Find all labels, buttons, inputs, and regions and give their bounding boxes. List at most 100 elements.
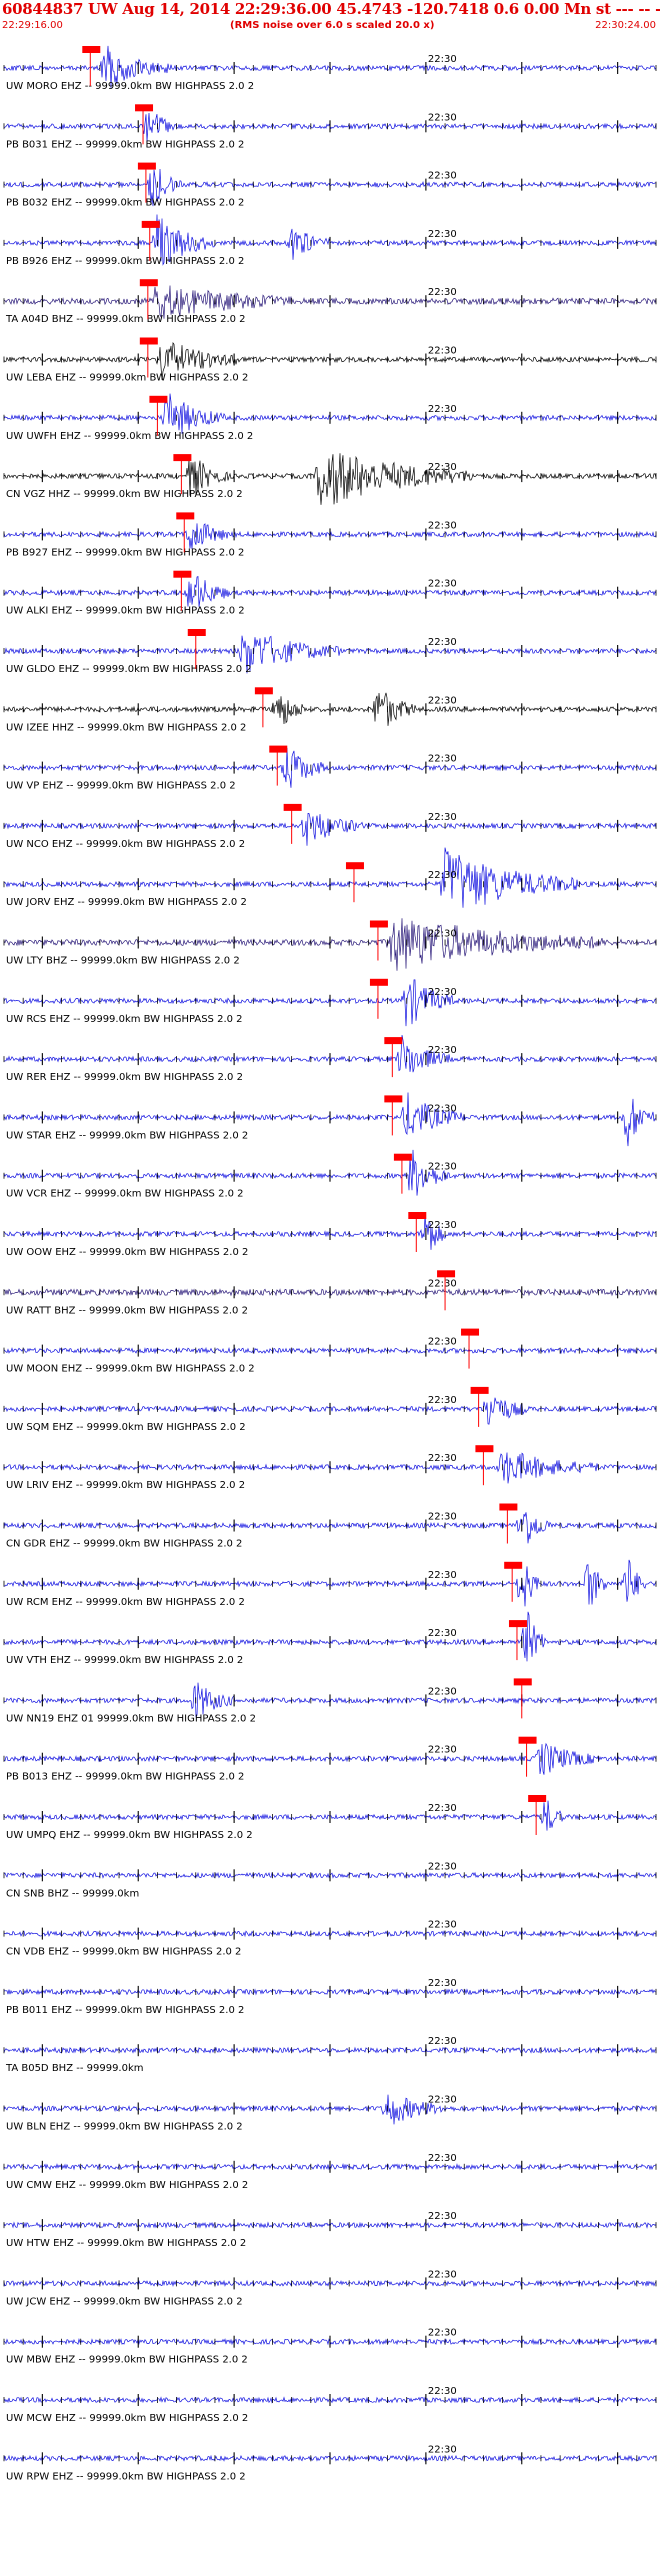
tick-label: 22:30 xyxy=(428,2153,457,2164)
station-label: TA B05D BHZ -- 99999.0km xyxy=(5,2063,144,2074)
trace-row: 22:30 UW VP EHZ -- 99999.0km BW HIGHPASS … xyxy=(3,745,657,792)
trace-row: 22:30 CN VDB EHZ -- 99999.0km BW HIGHPASS… xyxy=(3,1920,657,1958)
end-time: 22:30:24.00 xyxy=(595,20,656,31)
trace-row: 22:30 UW RPW EHZ -- 99999.0km BW HIGHPASS… xyxy=(3,2444,657,2482)
tick-label: 22:30 xyxy=(428,2036,457,2047)
station-label: UW SQM EHZ -- 99999.0km BW HIGHPASS 2.0 … xyxy=(6,1422,246,1433)
tick-label: 22:30 xyxy=(428,870,457,881)
station-label: PB B011 EHZ -- 99999.0km BW HIGHPASS 2.0… xyxy=(6,2005,244,2016)
trace-row: 22:30 CN GDR EHZ -- 99999.0km BW HIGHPASS… xyxy=(3,1503,657,1550)
tick-label: 22:30 xyxy=(428,1278,457,1289)
pick-flag xyxy=(139,279,158,287)
tick-label: 22:30 xyxy=(428,462,457,473)
event-title: 60844837 UW Aug 14, 2014 22:29:36.00 45.… xyxy=(2,0,660,18)
station-label: TA A04D BHZ -- 99999.0km BW HIGHPASS 2.0… xyxy=(5,314,246,325)
tick-label: 22:30 xyxy=(428,54,457,65)
pick-flag xyxy=(141,220,160,228)
station-label: UW OOW EHZ -- 99999.0km BW HIGHPASS 2.0 … xyxy=(6,1247,248,1258)
trace-row: 22:30 UW NN19 EHZ 01 99999.0km BW HIGHPAS… xyxy=(3,1678,657,1724)
pick-flag xyxy=(470,1386,489,1394)
pick-flag xyxy=(187,629,206,636)
tick-label: 22:30 xyxy=(428,1045,457,1056)
station-label: UW ALKI EHZ -- 99999.0km BW HIGHPASS 2.0… xyxy=(6,606,245,617)
seismogram-panel: 22:30 UW MORO EHZ -- 99999.0km BW HIGHPAS… xyxy=(3,45,657,2482)
tick-label: 22:30 xyxy=(428,1803,457,1814)
station-label: UW MOON EHZ -- 99999.0km BW HIGHPASS 2.0… xyxy=(6,1364,255,1375)
station-label: UW LRIV EHZ -- 99999.0km BW HIGHPASS 2.0… xyxy=(6,1480,245,1491)
tick-label: 22:30 xyxy=(428,229,457,240)
trace-row: 22:30 UW HTW EHZ -- 99999.0km BW HIGHPASS… xyxy=(3,2211,657,2249)
station-label: UW MCW EHZ -- 99999.0km BW HIGHPASS 2.0 … xyxy=(6,2413,248,2424)
pick-flag xyxy=(82,46,101,53)
trace-row: 22:30 PB B032 EHZ -- 99999.0km BW HIGHPAS… xyxy=(3,162,657,209)
pick-flag xyxy=(176,512,195,520)
start-time: 22:29:16.00 xyxy=(2,20,63,31)
station-label: UW NCO EHZ -- 99999.0km BW HIGHPASS 2.0 … xyxy=(6,839,245,850)
station-label: PB B927 EHZ -- 99999.0km BW HIGHPASS 2.0… xyxy=(6,547,244,558)
station-label: UW JCW EHZ -- 99999.0km BW HIGHPASS 2.0 … xyxy=(6,2296,243,2307)
station-label: CN VGZ HHZ -- 99999.0km BW HIGHPASS 2.0 … xyxy=(6,489,243,500)
trace-row: 22:30 UW MORO EHZ -- 99999.0km BW HIGHPAS… xyxy=(3,45,657,92)
station-label: PB B926 EHZ -- 99999.0km BW HIGHPASS 2.0… xyxy=(6,256,244,267)
trace-row: 22:30 UW OOW EHZ -- 99999.0km BW HIGHPASS… xyxy=(3,1212,657,1258)
trace-row: 22:30 UW MOON EHZ -- 99999.0km BW HIGHPAS… xyxy=(3,1328,657,1375)
station-label: UW VCR EHZ -- 99999.0km BW HIGHPASS 2.0 … xyxy=(6,1189,244,1200)
trace-row: 22:30 PB B031 EHZ -- 99999.0km BW HIGHPAS… xyxy=(3,104,657,150)
tick-label: 22:30 xyxy=(428,287,457,298)
trace-row: 22:30 UW GLDO EHZ -- 99999.0km BW HIGHPAS… xyxy=(3,629,657,675)
trace-row: 22:30 UW BLN EHZ -- 99999.0km BW HIGHPASS… xyxy=(3,2095,657,2133)
station-label: UW JORV EHZ -- 99999.0km BW HIGHPASS 2.0… xyxy=(6,897,247,908)
station-label: UW STAR EHZ -- 99999.0km BW HIGHPASS 2.0… xyxy=(6,1130,248,1141)
tick-label: 22:30 xyxy=(428,1162,457,1173)
pick-flag xyxy=(437,1270,456,1278)
tick-label: 22:30 xyxy=(428,812,457,823)
pick-flag xyxy=(528,1795,547,1802)
pick-flag xyxy=(518,1736,537,1744)
tick-label: 22:30 xyxy=(428,987,457,998)
pick-flag xyxy=(149,395,168,403)
pick-flag xyxy=(408,1212,427,1219)
station-label: UW LEBA EHZ -- 99999.0km BW HIGHPASS 2.0… xyxy=(6,373,248,384)
tick-label: 22:30 xyxy=(428,346,457,357)
tick-label: 22:30 xyxy=(428,1220,457,1231)
tick-label: 22:30 xyxy=(428,637,457,648)
trace-row: 22:30 UW SQM EHZ -- 99999.0km BW HIGHPASS… xyxy=(3,1386,657,1433)
station-label: UW VTH EHZ -- 99999.0km BW HIGHPASS 2.0 … xyxy=(6,1655,243,1666)
station-label: CN GDR EHZ -- 99999.0km BW HIGHPASS 2.0 … xyxy=(6,1539,242,1550)
pick-flag xyxy=(384,1037,403,1045)
pick-flag xyxy=(508,1620,527,1628)
trace-row: 22:30 UW STAR EHZ -- 99999.0km BW HIGHPAS… xyxy=(3,1092,657,1147)
pick-flag xyxy=(393,1153,412,1161)
trace-row: 22:30 UW UMPQ EHZ -- 99999.0km BW HIGHPAS… xyxy=(3,1795,657,1841)
trace-row: 22:30 UW VTH EHZ -- 99999.0km BW HIGHPASS… xyxy=(3,1611,657,1666)
tick-label: 22:30 xyxy=(428,1453,457,1464)
trace-row: 22:30 PB B926 EHZ -- 99999.0km BW HIGHPAS… xyxy=(3,214,657,267)
tick-label: 22:30 xyxy=(428,2444,457,2455)
pick-flag xyxy=(504,1561,523,1569)
tick-label: 22:30 xyxy=(428,112,457,123)
pick-flag xyxy=(135,104,154,112)
pick-flag xyxy=(369,920,388,928)
pick-flag xyxy=(173,570,192,578)
station-label: UW RATT BHZ -- 99999.0km BW HIGHPASS 2.0… xyxy=(6,1305,248,1316)
pick-flag xyxy=(369,978,388,986)
scaling-note: (RMS noise over 6.0 s scaled 20.0 x) xyxy=(230,20,435,31)
trace-row: 22:30 UW NCO EHZ -- 99999.0km BW HIGHPASS… xyxy=(3,803,657,850)
tick-label: 22:30 xyxy=(428,520,457,531)
trace-row: 22:30 UW RER EHZ -- 99999.0km BW HIGHPASS… xyxy=(3,1035,657,1083)
station-label: UW MBW EHZ -- 99999.0km BW HIGHPASS 2.0 … xyxy=(6,2355,248,2366)
trace-row: 22:30 UW JORV EHZ -- 99999.0km BW HIGHPAS… xyxy=(3,847,657,908)
tick-label: 22:30 xyxy=(428,1337,457,1348)
trace-row: 22:30 UW MBW EHZ -- 99999.0km BW HIGHPASS… xyxy=(3,2328,657,2366)
tick-label: 22:30 xyxy=(428,1978,457,1989)
station-label: PB B013 EHZ -- 99999.0km BW HIGHPASS 2.0… xyxy=(6,1772,244,1783)
station-label: UW RPW EHZ -- 99999.0km BW HIGHPASS 2.0 … xyxy=(6,2471,246,2482)
trace-row: 22:30 PB B927 EHZ -- 99999.0km BW HIGHPAS… xyxy=(3,512,657,558)
pick-flag xyxy=(384,1095,403,1103)
tick-label: 22:30 xyxy=(428,1512,457,1523)
tick-label: 22:30 xyxy=(428,929,457,940)
station-label: UW NN19 EHZ 01 99999.0km BW HIGHPASS 2.0… xyxy=(6,1713,256,1724)
pick-flag xyxy=(513,1678,532,1686)
station-label: UW MORO EHZ -- 99999.0km BW HIGHPASS 2.0… xyxy=(6,81,254,92)
trace-row: 22:30 UW UWFH EHZ -- 99999.0km BW HIGHPAS… xyxy=(3,393,657,442)
